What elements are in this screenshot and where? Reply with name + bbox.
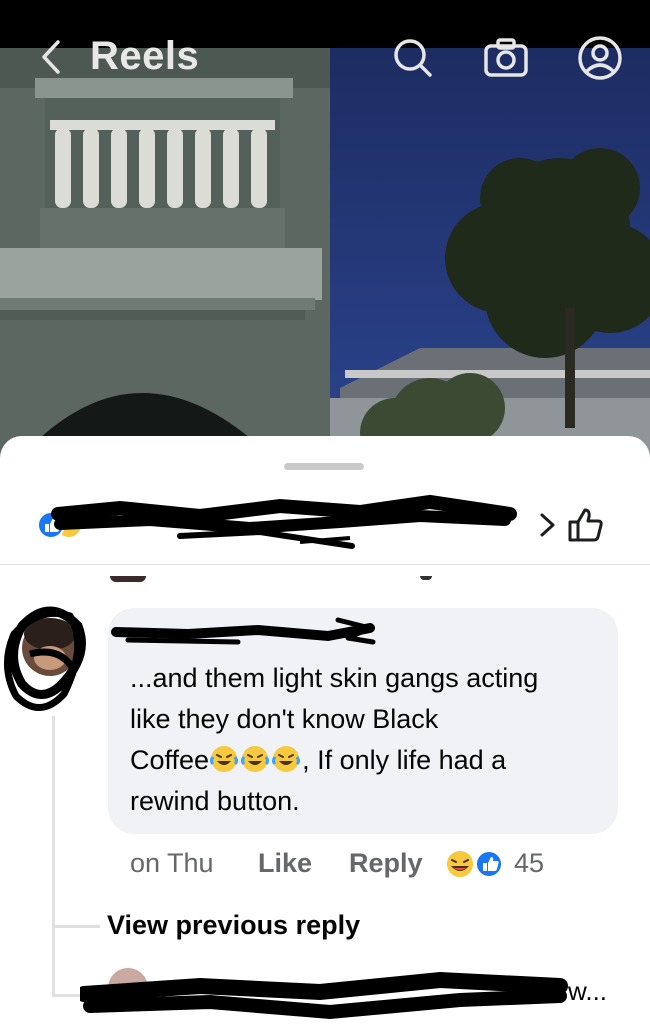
divider [0,564,650,565]
comment-text: ...and them light skin gangs acting like… [130,658,610,822]
like-button[interactable]: Like [258,848,312,879]
view-previous-reply-link[interactable]: View previous reply [107,910,360,941]
comment-actions: on Thu Like Reply 45 [130,848,590,884]
avatar[interactable] [0,586,100,726]
reel-video-frame [0,48,650,468]
comment-text-line: ...and them light skin gangs acting [130,663,539,693]
comment-text-line: Coffee [130,745,210,775]
comment-text-line: rewind button. [130,786,300,816]
reply-button[interactable]: Reply [349,848,423,879]
rolling-laughing-emoji [272,746,301,772]
reply-text-tail: w... [568,976,608,1006]
comment-text-line: , If only life had a [302,745,507,775]
reactions-summary-row[interactable] [0,492,650,562]
page-title: Reels [90,34,200,78]
camera-button[interactable] [482,34,530,82]
previous-comment-avatar-edge [110,576,146,582]
reaction-count[interactable]: 45 [514,848,544,879]
rolling-laughing-emoji [210,746,239,772]
comment-reactions-icons[interactable] [442,848,506,880]
thumbs-up-icon[interactable] [566,506,606,544]
comment-bubble[interactable]: ...and them light skin gangs acting like… [108,608,618,834]
reels-header: Reels [0,24,650,90]
profile-icon [578,36,622,80]
comment-text-line: like they don't know Black [130,704,439,734]
back-chevron-icon [42,40,60,74]
redaction-scribble [51,494,517,549]
search-button[interactable] [388,34,436,82]
back-button[interactable] [34,36,68,78]
thread-branch [52,925,100,928]
camera-icon [484,38,528,77]
comment-timestamp[interactable]: on Thu [130,848,214,879]
search-icon [394,39,432,77]
sheet-drag-handle[interactable] [284,463,364,470]
comments-sheet: ...and them light skin gangs acting like… [0,436,650,1024]
chevron-right-icon[interactable] [536,510,560,540]
previous-comment-edge [420,576,432,580]
thread-line [52,716,55,996]
redaction-scribble [80,971,568,1020]
profile-button[interactable] [576,34,624,82]
author-name-redacted [111,617,376,645]
rolling-laughing-emoji [241,746,270,772]
